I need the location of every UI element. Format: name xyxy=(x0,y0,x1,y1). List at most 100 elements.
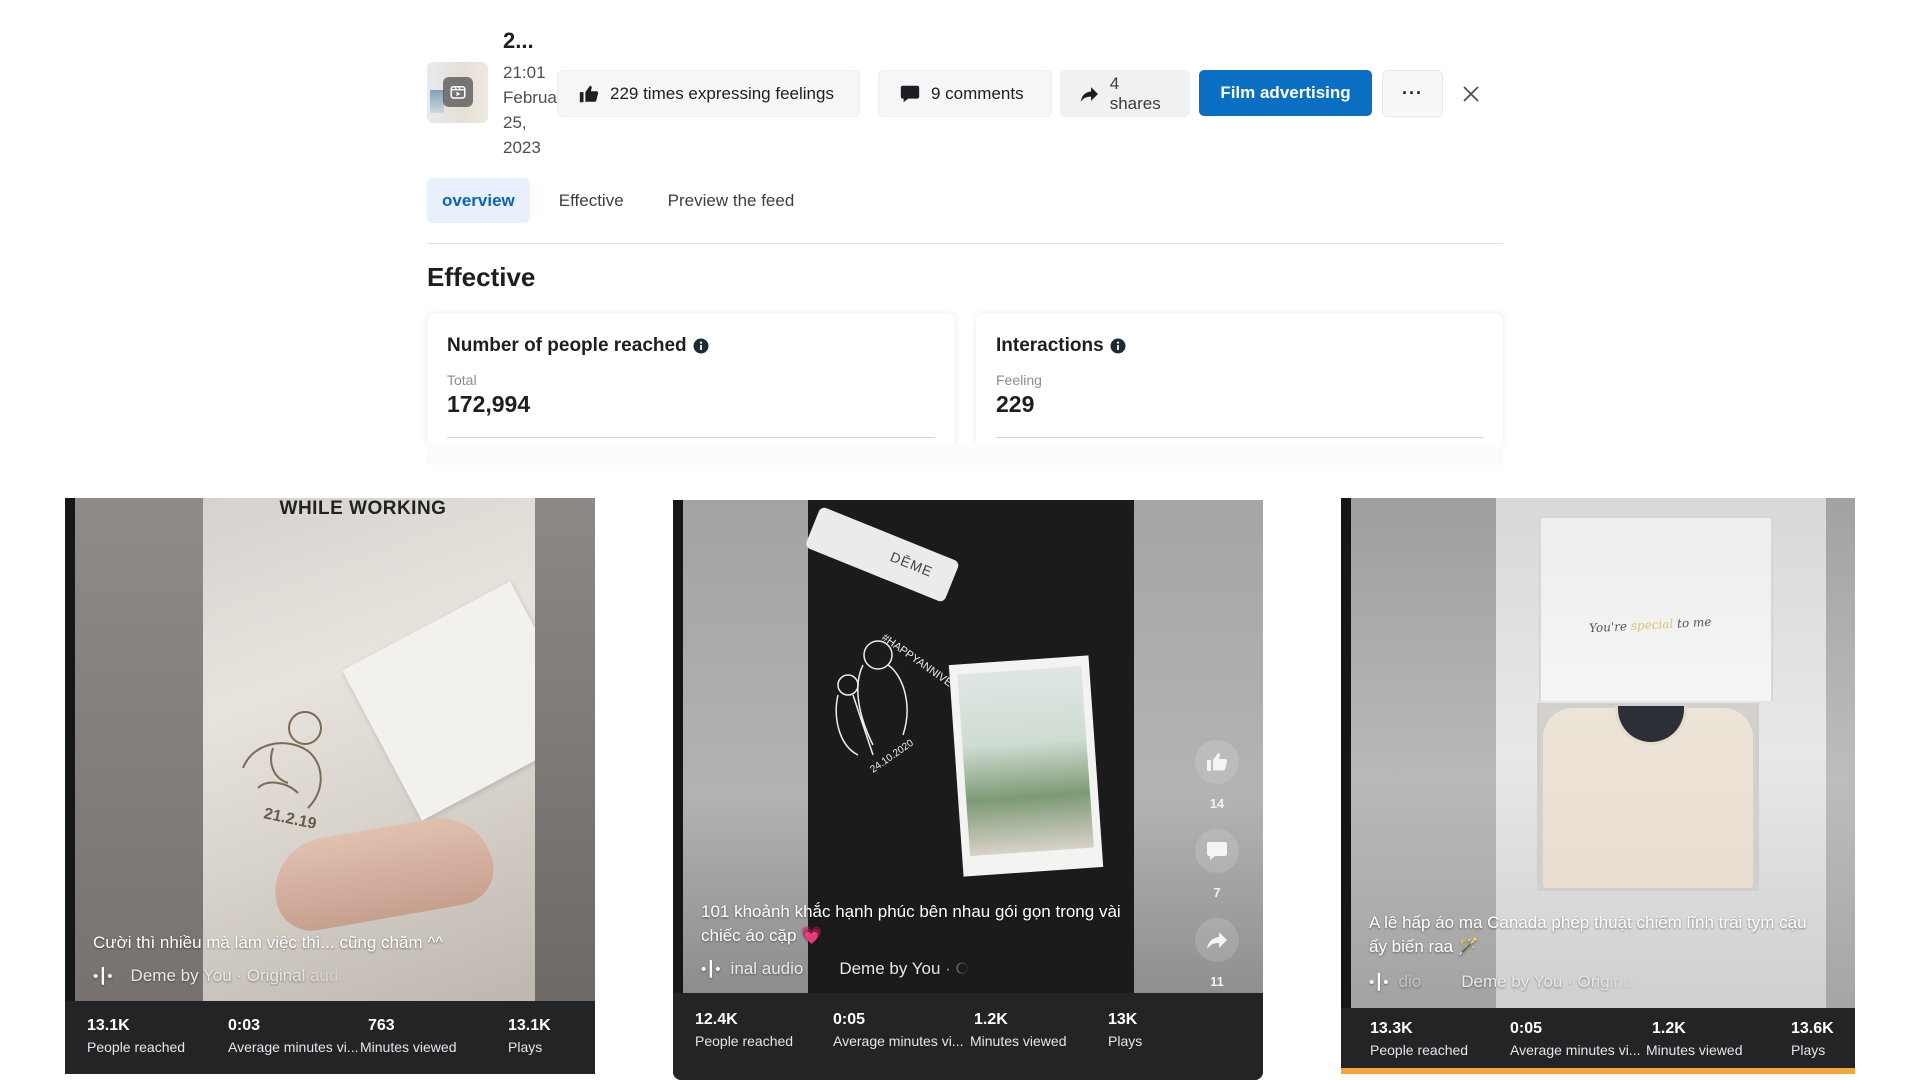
audio-marquee-prefix: dio xyxy=(1398,972,1422,991)
folded-shirt xyxy=(1543,706,1753,888)
comments-count: 9 comments xyxy=(931,83,1024,103)
video-caption: 101 khoảnh khắc hạnh phúc bên nhau gói g… xyxy=(701,900,1161,948)
stat-plays: 13.6K Plays xyxy=(1791,1020,1834,1058)
svg-text:24.10.2020: 24.10.2020 xyxy=(868,737,916,775)
video-preview[interactable]: DĒME #HAPPYANNIVERSARY 24.10.2020 14 7 11… xyxy=(673,500,1263,993)
reach-title-text: Number of people reached xyxy=(447,335,687,356)
stat-avg-minutes: 0:05 Average minutes vi... xyxy=(1510,1020,1641,1058)
close-button[interactable] xyxy=(1457,80,1485,108)
reach-label: Total xyxy=(447,372,477,388)
tab-preview-feed[interactable]: Preview the feed xyxy=(653,178,810,223)
video-card[interactable]: You're special to me A lê hấp áo ma Cana… xyxy=(1341,498,1855,1074)
stat-people-reached: 13.1K People reached xyxy=(87,1017,186,1055)
tab-effective[interactable]: Effective xyxy=(544,178,639,223)
interactions-label: Feeling xyxy=(996,372,1042,388)
share-icon xyxy=(1080,86,1098,102)
thumbs-up-icon xyxy=(1207,753,1227,771)
video-card[interactable]: DĒME #HAPPYANNIVERSARY 24.10.2020 14 7 11… xyxy=(673,500,1263,1080)
thumbs-up-icon xyxy=(579,85,599,102)
shares-count: 4 shares xyxy=(1109,73,1161,113)
caption-line-1: 101 khoảnh khắc hạnh phúc bên nhau gói g… xyxy=(701,902,1121,921)
reactions-chip[interactable]: 229 times expressing feelings xyxy=(557,70,860,117)
audio-wave-icon: •┃• xyxy=(93,968,113,985)
svg-text:21.2.19: 21.2.19 xyxy=(262,805,318,828)
video-caption: Cười thì nhiều mà làm việc thì... cũng c… xyxy=(93,933,444,952)
share-count: 11 xyxy=(1210,974,1224,989)
comments-chip[interactable]: 9 comments xyxy=(878,70,1052,117)
audio-marquee-prefix: inal audio xyxy=(730,959,804,978)
stat-people-reached: 13.3K People reached xyxy=(1370,1020,1469,1058)
post-thumbnail[interactable] xyxy=(427,62,488,123)
stat-plays: 13.1K Plays xyxy=(508,1017,551,1055)
comment-action[interactable]: 7 xyxy=(1193,829,1241,900)
post-day: 25, xyxy=(503,113,527,132)
close-icon xyxy=(1463,86,1479,102)
info-icon[interactable] xyxy=(693,338,709,354)
video-card[interactable]: 21.2.19 WHILE WORKING Cười thì nhiều mà … xyxy=(65,498,595,1074)
comment-icon xyxy=(1207,842,1227,860)
couple-photo xyxy=(948,655,1104,877)
interactions-metric-card: Interactions Feeling 229 xyxy=(976,313,1503,445)
reach-value: 172,994 xyxy=(447,391,531,417)
video-preview[interactable]: 21.2.19 WHILE WORKING Cười thì nhiều mà … xyxy=(65,498,595,1001)
caption-line-2: ấy biến raa 🪄 xyxy=(1369,937,1480,956)
video-caption: A lê hấp áo ma Canada phép thuật chiếm l… xyxy=(1369,911,1839,959)
embroidery-sketch: 21.2.19 xyxy=(242,711,322,828)
video-frame: 21.2.19 xyxy=(203,498,590,1001)
more-options-button[interactable]: ··· xyxy=(1382,70,1443,117)
stat-people-reached: 12.4K People reached xyxy=(695,1011,794,1049)
video-actions: 14 7 11 xyxy=(1193,740,1241,993)
video-audio[interactable]: •┃• Deme by You · Original audio xyxy=(93,966,352,986)
interactions-title-text: Interactions xyxy=(996,335,1104,356)
reel-icon xyxy=(443,77,473,107)
insights-tabs: overview Effective Preview the feed xyxy=(427,178,823,223)
post-month: Februa xyxy=(503,88,557,107)
brand-tag-text: DĒME xyxy=(887,548,936,580)
share-action[interactable]: 11 xyxy=(1193,918,1241,989)
info-icon[interactable] xyxy=(1110,338,1126,354)
film-advertising-button[interactable]: Film advertising xyxy=(1199,70,1372,116)
video-preview[interactable]: You're special to me A lê hấp áo ma Cana… xyxy=(1341,498,1855,1008)
video-audio[interactable]: •┃• inal audio Deme by You · O xyxy=(701,959,969,979)
post-insights-panel: 2... 21:01 Februa 25, 2023 229 times exp… xyxy=(427,0,1503,445)
audio-label: Deme by You · O xyxy=(839,959,969,978)
shares-chip[interactable]: 4 shares xyxy=(1060,70,1190,117)
audio-label: Deme by You · Original xyxy=(1461,972,1637,991)
post-date: 21:01 Februa 25, 2023 xyxy=(503,60,561,160)
reach-metric-card: Number of people reached Total 172,994 xyxy=(427,313,955,445)
stat-avg-minutes: 0:05 Average minutes vi... xyxy=(833,1011,964,1049)
caption-line-1: A lê hấp áo ma Canada phép thuật chiếm l… xyxy=(1369,913,1807,932)
tabs-divider xyxy=(427,243,1503,244)
anniversary-sketch: #HAPPYANNIVERSARY 24.10.2020 xyxy=(835,632,953,775)
reach-title: Number of people reached xyxy=(447,335,709,357)
post-header: 2... 21:01 Februa 25, 2023 229 times exp… xyxy=(427,24,1503,164)
caption-line-2: chiếc áo cặp 💗 xyxy=(701,926,823,945)
interactions-divider xyxy=(996,437,1483,438)
video-audio[interactable]: •┃• dio Deme by You · Original xyxy=(1369,972,1636,992)
video-edge xyxy=(1341,498,1351,1008)
video-blur-right xyxy=(535,498,595,1001)
video-overlay-text: WHILE WORKING xyxy=(279,498,447,519)
comment-count: 7 xyxy=(1213,885,1221,900)
panel-bottom-fade xyxy=(427,445,1503,465)
section-title: Effective xyxy=(427,262,536,292)
selected-card-indicator xyxy=(1341,1068,1855,1074)
like-action[interactable]: 14 xyxy=(1193,740,1241,811)
gift-box-lid: You're special to me xyxy=(1539,516,1773,701)
lid-message: You're special to me xyxy=(1588,614,1712,636)
video-edge xyxy=(673,500,683,993)
audio-wave-icon: •┃• xyxy=(1369,974,1389,991)
stat-avg-minutes: 0:03 Average minutes vi... xyxy=(228,1017,359,1055)
like-count: 14 xyxy=(1209,796,1225,811)
audio-wave-icon: •┃• xyxy=(701,961,721,978)
video-blur-left xyxy=(75,498,203,1001)
stat-minutes-viewed: 763 Minutes viewed xyxy=(360,1017,457,1055)
share-icon xyxy=(1207,932,1227,949)
video-edge xyxy=(65,498,75,1001)
reach-divider xyxy=(447,437,935,438)
post-title: 2... xyxy=(503,28,534,53)
comment-icon xyxy=(900,85,920,102)
stat-minutes-viewed: 1.2K Minutes viewed xyxy=(970,1011,1067,1049)
interactions-title: Interactions xyxy=(996,335,1126,357)
tab-overview[interactable]: overview xyxy=(427,178,530,223)
